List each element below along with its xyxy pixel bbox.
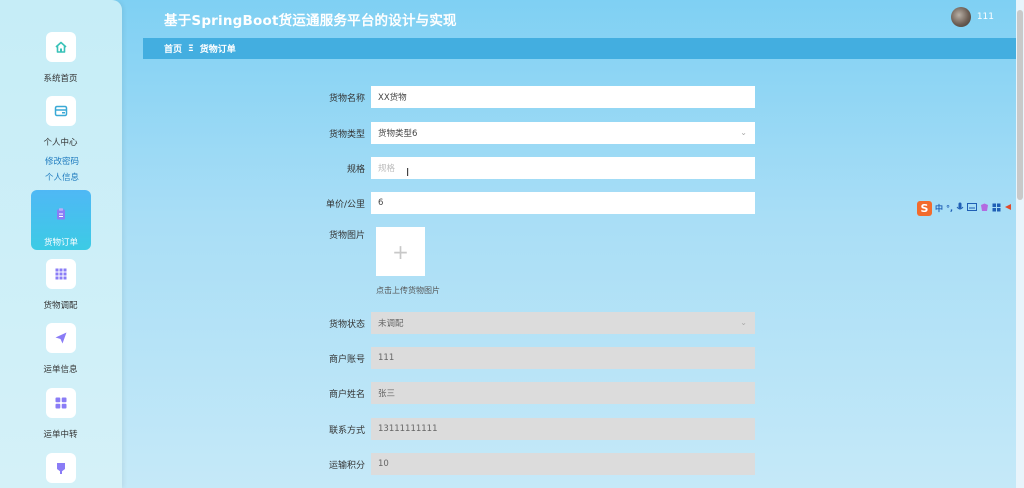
form-row-merchant-account: 商户账号 111 xyxy=(300,347,755,369)
text-cursor-icon: I xyxy=(406,166,410,179)
select-value: 未调配 xyxy=(378,319,404,329)
field-label: 单价/公里 xyxy=(325,199,365,210)
field-label: 货物状态 xyxy=(328,319,365,330)
form-row-goods-image: 货物图片 xyxy=(300,228,371,250)
sidebar: 系统首页 个人中心 修改密码 个人信息 货物订单 货物调配 运单信息 运单中转 xyxy=(0,0,122,488)
wallet-icon xyxy=(45,96,76,126)
sidebar-item-label: 货物订单 xyxy=(43,238,78,248)
form-row-goods-name: 货物名称 XX货物 xyxy=(300,86,755,108)
merchant-name-field: 张三 xyxy=(371,382,755,404)
sidebar-item-goods-order[interactable]: 货物订单 xyxy=(31,190,91,250)
plus-icon: + xyxy=(392,239,409,264)
form-row-goods-status: 货物状态 未调配 ⌄ xyxy=(300,312,755,334)
ime-more-icon[interactable] xyxy=(1004,203,1012,213)
sidebar-item-personal-center[interactable]: 个人中心 xyxy=(30,96,91,148)
unit-price-input[interactable]: 6 xyxy=(371,192,755,214)
apps-icon xyxy=(45,388,76,418)
form-row-goods-type: 货物类型 货物类型6 ⌄ xyxy=(300,122,755,144)
field-label: 运输积分 xyxy=(328,460,365,471)
form-row-transport-points: 运输积分 10 xyxy=(300,453,755,475)
sidebar-item-home[interactable]: 系统首页 xyxy=(30,32,91,84)
sidebar-item-label: 系统首页 xyxy=(43,74,78,84)
transport-points-field: 10 xyxy=(371,453,755,475)
chevron-down-icon: ⌄ xyxy=(740,128,747,137)
breadcrumb-current: 货物订单 xyxy=(199,45,236,55)
upload-hint: 点击上传货物图片 xyxy=(376,286,440,295)
user-menu[interactable]: 111 xyxy=(950,7,994,27)
clipboard-icon xyxy=(46,199,76,229)
goods-type-select[interactable]: 货物类型6 ⌄ xyxy=(371,122,755,144)
field-label: 货物名称 xyxy=(328,93,365,104)
scrollbar-thumb[interactable] xyxy=(1017,10,1023,200)
form-row-unit-price: 单价/公里 6 xyxy=(300,192,755,214)
avatar[interactable] xyxy=(950,7,971,27)
field-label: 货物图片 xyxy=(328,231,365,241)
merchant-account-field: 111 xyxy=(371,347,755,369)
form-row-merchant-name: 商户姓名 张三 xyxy=(300,382,755,404)
field-label: 货物类型 xyxy=(328,129,365,140)
breadcrumb: 首页 Ξ 货物订单 xyxy=(143,38,1016,59)
form-row-spec: 规格 规格 xyxy=(300,157,755,179)
sidebar-item-waybill-transfer[interactable]: 运单中转 xyxy=(30,388,91,440)
form-row-contact: 联系方式 13111111111 xyxy=(300,418,755,440)
microphone-icon[interactable] xyxy=(956,202,964,214)
breadcrumb-home[interactable]: 首页 xyxy=(164,42,182,55)
sidebar-item-goods-dispatch[interactable]: 货物调配 xyxy=(30,259,91,311)
goods-name-input[interactable]: XX货物 xyxy=(371,86,755,108)
goods-status-select: 未调配 ⌄ xyxy=(371,312,755,334)
chevron-down-icon: ⌄ xyxy=(740,318,747,327)
sidebar-item-more[interactable] xyxy=(30,453,91,483)
page-title: 基于SpringBoot货运通服务平台的设计与实现 xyxy=(164,13,457,29)
spec-input[interactable]: 规格 xyxy=(371,157,755,179)
ime-mode[interactable]: 中 xyxy=(935,203,943,214)
select-value: 货物类型6 xyxy=(378,129,418,139)
image-upload-button[interactable]: + xyxy=(376,227,425,276)
keyboard-icon[interactable] xyxy=(967,203,978,213)
sidebar-item-label: 运单中转 xyxy=(43,430,78,440)
grid-icon xyxy=(45,259,76,289)
ime-toolbar[interactable]: S 中 °, xyxy=(917,200,1024,216)
tag-icon xyxy=(45,453,76,483)
sidebar-item-label: 个人中心 xyxy=(43,138,78,148)
breadcrumb-separator-icon: Ξ xyxy=(188,43,194,54)
user-name: 111 xyxy=(976,12,994,22)
ime-punctuation[interactable]: °, xyxy=(946,204,953,213)
sidebar-item-label: 运单信息 xyxy=(43,365,78,375)
field-label: 规格 xyxy=(346,164,365,175)
home-icon xyxy=(45,32,76,62)
skin-icon[interactable] xyxy=(980,203,989,214)
toolbox-icon[interactable] xyxy=(992,203,1001,214)
field-label: 联系方式 xyxy=(328,425,365,436)
send-icon xyxy=(45,323,76,353)
scrollbar[interactable] xyxy=(1016,0,1024,488)
sidebar-item-label: 货物调配 xyxy=(43,301,78,311)
contact-field: 13111111111 xyxy=(371,418,755,440)
sogou-logo-icon[interactable]: S xyxy=(917,200,932,216)
subnav-change-password[interactable]: 修改密码 xyxy=(45,155,79,167)
field-label: 商户姓名 xyxy=(328,389,365,400)
field-label: 商户账号 xyxy=(328,354,365,365)
subnav-personal-info[interactable]: 个人信息 xyxy=(45,171,79,183)
sidebar-item-waybill-info[interactable]: 运单信息 xyxy=(30,323,91,375)
